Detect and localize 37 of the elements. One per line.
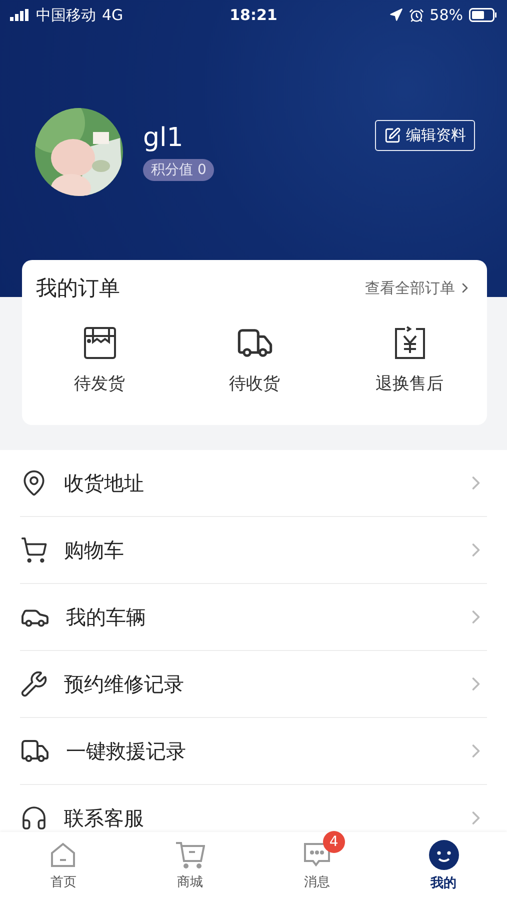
alarm-icon <box>408 8 424 22</box>
edit-profile-button[interactable]: 编辑资料 <box>375 120 475 151</box>
menu-item-label[interactable]: 收货地址 <box>64 470 449 496</box>
battery-percentage: 58% <box>430 6 463 24</box>
pen-icon <box>384 127 401 144</box>
cart-icon <box>175 841 206 869</box>
menu-item-label[interactable]: 购物车 <box>64 536 449 564</box>
home-icon <box>49 841 78 869</box>
view-all-orders-link[interactable]: 查看全部订单 <box>365 278 473 298</box>
tab-item[interactable]: 4 消息 <box>254 832 380 900</box>
menu-item-label[interactable]: 一键救援记录 <box>66 738 449 764</box>
cart-icon <box>20 536 48 564</box>
menu-item-label[interactable]: 联系客服 <box>64 804 449 832</box>
order-status-label[interactable]: 待发货 <box>74 372 125 395</box>
order-status-label[interactable]: 退换售后 <box>376 372 444 395</box>
battery-icon <box>469 8 497 22</box>
carrier-name: 中国移动 <box>36 6 96 24</box>
location-arrow-icon <box>388 8 403 22</box>
tab-item[interactable]: 首页 <box>0 832 127 900</box>
network-type: 4G <box>102 6 124 24</box>
unread-count-badge: 4 <box>322 831 345 853</box>
clock-time: 18:21 <box>230 6 278 24</box>
menu-item-label[interactable]: 我的车辆 <box>66 604 449 630</box>
tab-item[interactable]: 我的 <box>380 832 507 900</box>
tab-item[interactable]: 商城 <box>126 832 254 900</box>
user-name: gl1 <box>143 123 184 153</box>
smiley-icon <box>428 840 459 870</box>
signal-icon <box>10 9 30 21</box>
wrench-icon <box>20 670 48 698</box>
box-icon <box>82 326 116 360</box>
yen-receipt-icon <box>392 326 426 360</box>
menu-item-label[interactable]: 预约维修记录 <box>64 670 449 698</box>
order-status-label[interactable]: 待收货 <box>229 372 280 395</box>
headphones-icon <box>20 804 48 832</box>
chat-icon <box>302 841 331 869</box>
card-title: 我的订单 <box>36 275 120 302</box>
points-badge: 积分值 0 <box>143 159 214 181</box>
